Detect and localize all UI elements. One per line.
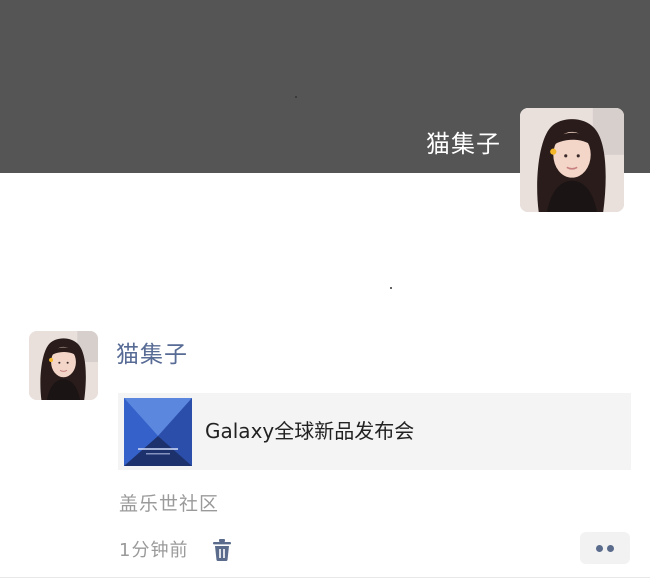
shared-link-title: Galaxy全球新品发布会	[205, 419, 415, 443]
post-author-name[interactable]: 猫集子	[116, 339, 188, 371]
more-actions-button[interactable]	[580, 532, 630, 564]
post-author-avatar[interactable]	[29, 331, 98, 400]
avatar-portrait-icon	[520, 108, 624, 212]
post-timestamp: 1分钟前	[119, 540, 189, 561]
shared-link-card[interactable]: Galaxy全球新品发布会	[118, 393, 631, 470]
cover-user-name[interactable]: 猫集子	[426, 128, 501, 160]
profile-avatar[interactable]	[520, 108, 624, 212]
more-dots-icon	[607, 545, 614, 552]
more-dots-icon	[596, 545, 603, 552]
trash-icon[interactable]	[211, 538, 233, 562]
post-source-label[interactable]: 盖乐世社区	[119, 490, 219, 518]
galaxy-event-thumbnail-icon	[124, 398, 192, 466]
content-speck	[390, 287, 392, 289]
post-divider	[0, 577, 650, 578]
cover-speck	[295, 96, 297, 98]
avatar-portrait-icon	[29, 331, 98, 400]
